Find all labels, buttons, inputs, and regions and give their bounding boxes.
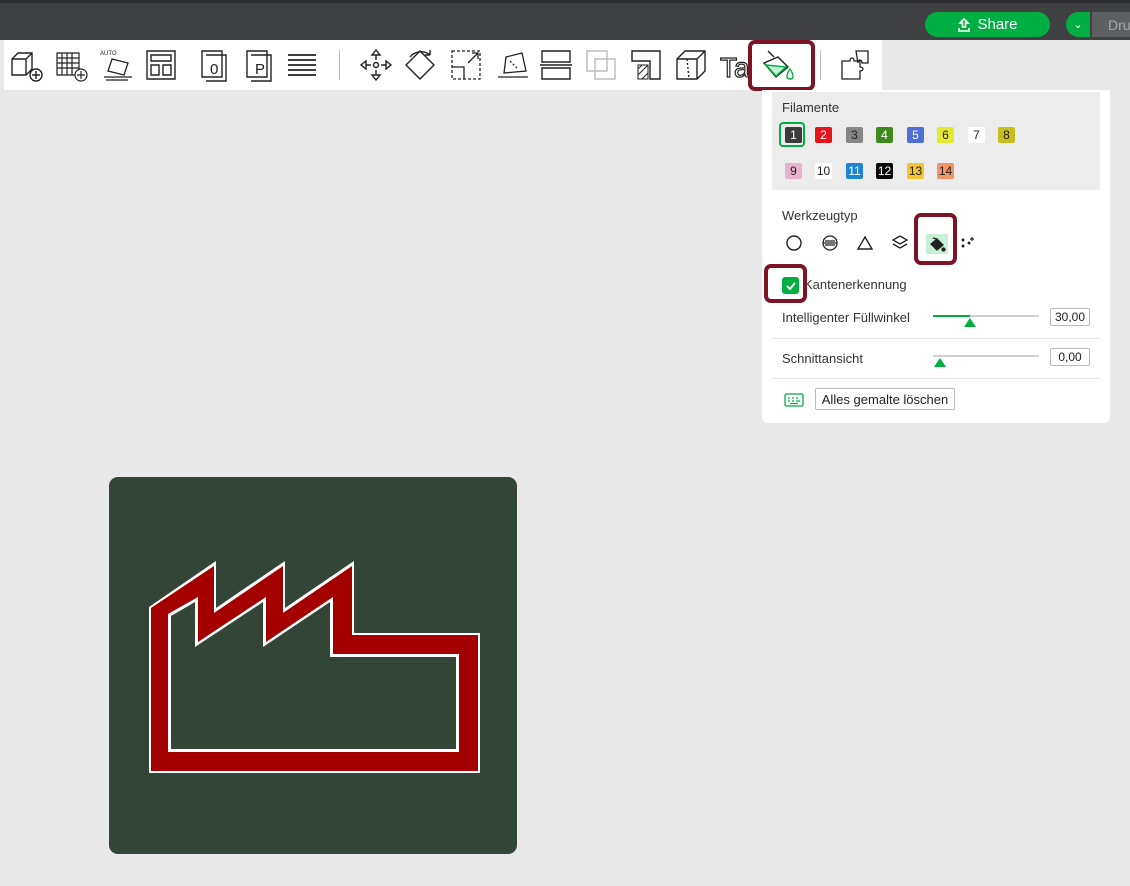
color-paint-panel: Filamente 1 2 3 4 5 6 7 8 9 10 11 12 13 14 Werkzeugty… — [762, 90, 1110, 423]
toolbar-separator — [820, 50, 821, 80]
filament-chip-11[interactable]: 11 — [846, 163, 863, 179]
keyboard-icon[interactable] — [784, 393, 804, 407]
auto-orient-label: AUTO — [100, 51, 117, 57]
layers-list-icon[interactable] — [282, 44, 322, 86]
height-range-tool-icon[interactable] — [891, 234, 909, 252]
circle-tool-icon[interactable] — [785, 234, 803, 252]
smart-fill-value[interactable]: 30,00 — [1050, 308, 1090, 326]
factory-model — [149, 561, 480, 773]
object-zero-label: 0 — [210, 61, 218, 78]
divider — [772, 378, 1100, 379]
smart-fill-slider[interactable] — [933, 315, 1039, 327]
seam-paint-icon[interactable] — [671, 44, 711, 86]
print-button[interactable]: Dru — [1092, 12, 1130, 37]
arrange-icon[interactable] — [141, 44, 181, 86]
divider — [772, 338, 1100, 339]
boolean-icon[interactable] — [581, 44, 621, 86]
rotate-icon[interactable] — [400, 44, 440, 86]
filament-chip-9[interactable]: 9 — [785, 163, 802, 179]
gap-fill-tool-icon[interactable] — [959, 234, 977, 252]
filament-chip-2[interactable]: 2 — [815, 127, 832, 143]
auto-orient-icon[interactable]: AUTO — [96, 44, 136, 86]
filament-chip-14[interactable]: 14 — [937, 163, 954, 179]
add-object-icon[interactable] — [6, 44, 46, 86]
filament-chip-4[interactable]: 4 — [876, 127, 893, 143]
triangle-tool-icon[interactable] — [856, 234, 874, 252]
print-group: ⌄ Dru — [1066, 12, 1130, 37]
top-bar: Share ⌄ Dru — [0, 0, 1130, 40]
scale-icon[interactable] — [446, 44, 486, 86]
filament-selection-ring — [779, 122, 805, 147]
toolbar-separator — [339, 50, 340, 80]
filament-chip-13[interactable]: 13 — [907, 163, 924, 179]
clear-all-painted-button[interactable]: Alles gemalte löschen — [815, 388, 955, 410]
move-icon[interactable] — [356, 44, 396, 86]
build-plate — [109, 477, 517, 854]
highlight-edge-detection — [764, 264, 807, 303]
chevron-down-icon: ⌄ — [1073, 19, 1083, 31]
section-view-value[interactable]: 0,00 — [1050, 348, 1090, 366]
share-label: Share — [977, 16, 1018, 33]
filament-chip-6[interactable]: 6 — [937, 127, 954, 143]
edge-detection-label: Kantenerkennung — [804, 277, 907, 292]
plate-p-icon[interactable]: P — [239, 44, 279, 86]
filament-chip-8[interactable]: 8 — [998, 127, 1015, 143]
sphere-tool-icon[interactable] — [821, 234, 839, 252]
upload-icon — [958, 17, 971, 32]
text-tool-label: Ta — [720, 52, 750, 83]
filament-chip-10[interactable]: 10 — [815, 163, 832, 179]
print-dropdown-button[interactable]: ⌄ — [1066, 12, 1090, 37]
filament-title: Filamente — [782, 100, 840, 115]
filament-chip-12[interactable]: 12 — [876, 163, 893, 179]
add-plate-icon[interactable] — [51, 44, 91, 86]
tool-type-title: Werkzeugtyp — [782, 208, 858, 223]
support-paint-icon[interactable] — [626, 44, 666, 86]
section-view-label: Schnittansicht — [782, 351, 863, 366]
smart-fill-label: Intelligenter Füllwinkel — [782, 310, 910, 325]
assembly-icon[interactable] — [836, 44, 876, 86]
smart-fill-slider-fill — [933, 315, 971, 317]
highlight-color-paint — [748, 40, 815, 91]
cut-icon[interactable] — [536, 44, 576, 86]
filament-chip-5[interactable]: 5 — [907, 127, 924, 143]
smart-fill-slider-thumb[interactable] — [964, 318, 977, 327]
section-view-slider[interactable] — [933, 355, 1039, 367]
print-label: Dru — [1108, 16, 1130, 33]
section-view-slider-thumb[interactable] — [934, 358, 946, 367]
object-zero-icon[interactable]: 0 — [194, 44, 234, 86]
highlight-fill-tool — [914, 213, 957, 265]
filament-chip-7[interactable]: 7 — [968, 127, 985, 143]
lay-on-face-icon[interactable] — [492, 44, 532, 86]
share-button[interactable]: Share — [925, 12, 1050, 37]
plate-p-label: P — [255, 61, 265, 78]
filament-chip-3[interactable]: 3 — [846, 127, 863, 143]
